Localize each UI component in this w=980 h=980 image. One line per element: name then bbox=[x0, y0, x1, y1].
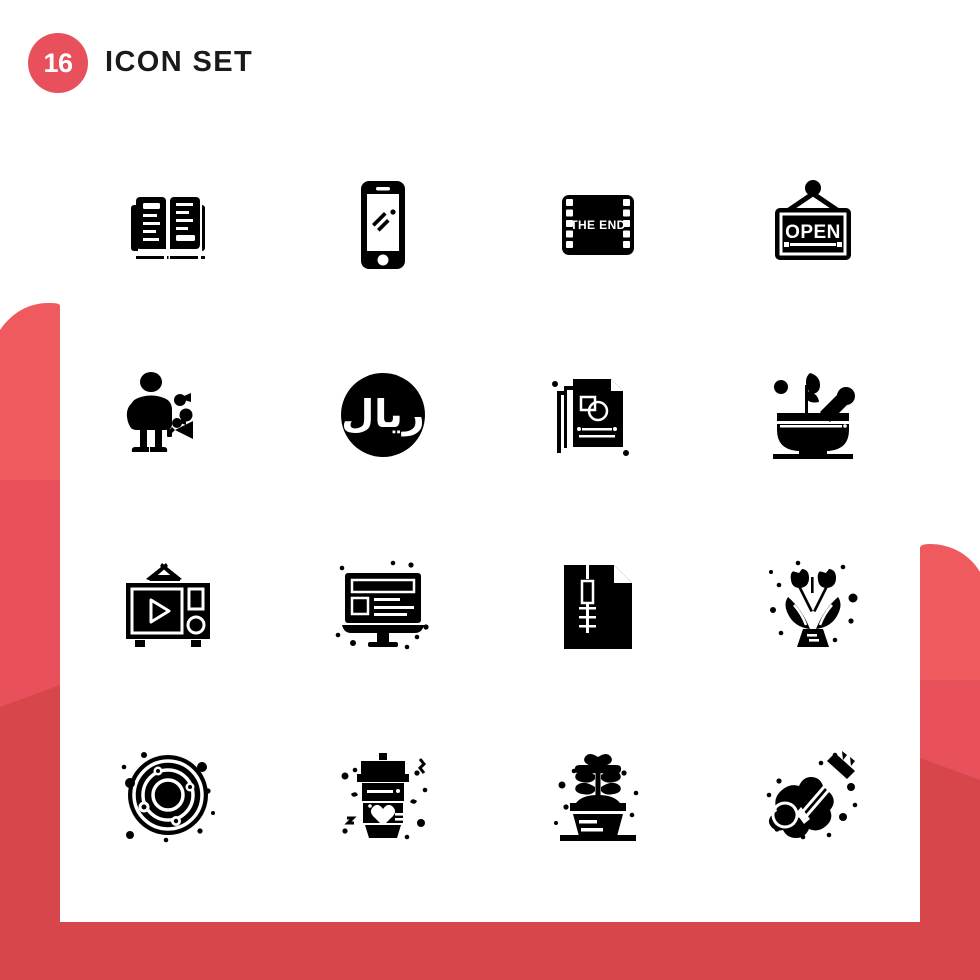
bottom-red-band bbox=[0, 922, 980, 980]
bubble-blower-icon bbox=[126, 372, 193, 452]
flower-bouquet-icon bbox=[768, 560, 857, 647]
film-the-end-icon: THE END bbox=[561, 195, 634, 255]
retro-tv-icon bbox=[125, 563, 210, 647]
coffee-cup-heart-icon bbox=[341, 753, 427, 840]
guitar-icon bbox=[766, 751, 857, 840]
icon-cell-desktop-monitor[interactable] bbox=[275, 510, 490, 700]
icon-cell-bubble-blower[interactable] bbox=[60, 320, 275, 510]
icon-cell-open-sign[interactable]: OPEN bbox=[705, 130, 920, 320]
icon-grid: THE END OPEN ريال bbox=[60, 130, 920, 890]
smartphone-icon bbox=[360, 181, 405, 269]
icon-cell-retro-tv[interactable] bbox=[60, 510, 275, 700]
icon-cell-potted-plant[interactable] bbox=[490, 700, 705, 890]
icon-cell-guitar[interactable] bbox=[705, 700, 920, 890]
desktop-monitor-icon bbox=[335, 560, 429, 650]
left-red-band-low bbox=[0, 685, 60, 922]
left-bottom-corner bbox=[0, 900, 60, 930]
documents-stack-icon bbox=[551, 379, 629, 456]
icon-cell-zip-file[interactable] bbox=[490, 510, 705, 700]
icon-cell-mortar-pestle[interactable] bbox=[705, 320, 920, 510]
icon-cell-flower-bouquet[interactable] bbox=[705, 510, 920, 700]
poster-header: 16 Icon Set bbox=[0, 0, 980, 120]
icon-set-poster: 16 Icon Set bbox=[0, 0, 980, 980]
solar-system-icon bbox=[121, 752, 215, 843]
icon-cell-saudi-riyal[interactable]: ريال bbox=[275, 320, 490, 510]
open-book-icon bbox=[130, 197, 205, 259]
icon-cell-smartphone[interactable] bbox=[275, 130, 490, 320]
mortar-pestle-icon bbox=[772, 373, 855, 459]
potted-plant-icon bbox=[553, 754, 638, 841]
open-sign-label: OPEN bbox=[785, 222, 841, 243]
left-red-band-mid bbox=[0, 480, 60, 707]
film-the-end-label: THE END bbox=[570, 218, 625, 232]
icon-cell-solar-system[interactable] bbox=[60, 700, 275, 890]
icon-count-badge: 16 bbox=[28, 33, 88, 93]
icon-cell-open-book[interactable] bbox=[60, 130, 275, 320]
riyal-symbol-label: ريال bbox=[341, 392, 424, 436]
saudi-riyal-icon: ريال bbox=[340, 373, 425, 457]
open-sign-icon: OPEN bbox=[774, 180, 851, 260]
icon-cell-film-the-end[interactable]: THE END bbox=[490, 130, 705, 320]
icon-count-value: 16 bbox=[43, 47, 73, 78]
right-red-band-low bbox=[920, 758, 980, 922]
icon-cell-documents-stack[interactable] bbox=[490, 320, 705, 510]
zip-file-icon bbox=[563, 565, 632, 649]
icon-cell-coffee-cup-heart[interactable] bbox=[275, 700, 490, 890]
page-title: Icon Set bbox=[105, 46, 254, 78]
